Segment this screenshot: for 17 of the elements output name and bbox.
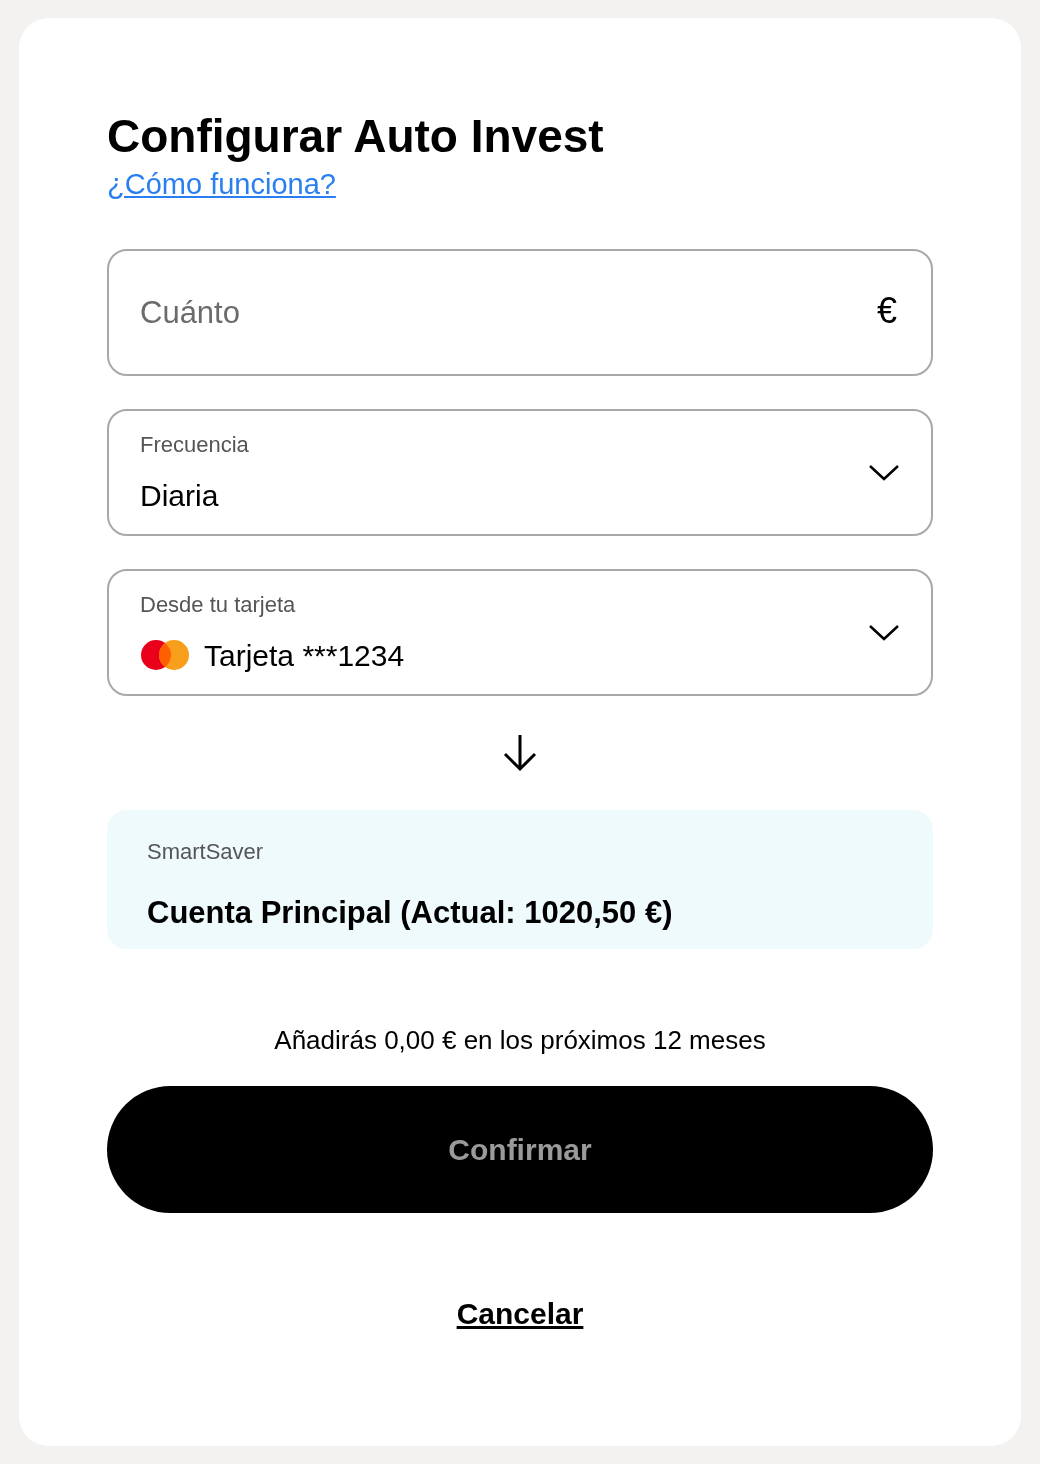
destination-label: SmartSaver (147, 838, 264, 866)
field-value: Tarjeta ***1234 (204, 637, 405, 674)
field-label: Desde tu tarjeta (140, 590, 296, 619)
card-select[interactable]: Desde tu tarjeta Tarjeta ***1234 (107, 569, 933, 696)
cancel-link[interactable]: Cancelar (456, 1291, 584, 1336)
chevron-down-icon (868, 623, 900, 642)
currency-symbol: € (876, 289, 897, 333)
destination-account: Cuenta Principal (Actual: 1020,50 €) (147, 894, 673, 932)
summary-text: Añadirás 0,00 € en los próximos 12 meses (274, 1024, 766, 1057)
field-label: Frecuencia (140, 430, 249, 459)
help-link[interactable]: ¿Cómo funciona? (107, 166, 336, 202)
card-logo-icon (140, 639, 190, 671)
frequency-select[interactable]: Frecuencia Diaria (107, 409, 933, 536)
arrow-down-icon (502, 734, 538, 772)
chevron-down-icon (868, 463, 900, 482)
dialog-title: Configurar Auto Invest (107, 109, 604, 164)
field-value: Diaria (140, 477, 219, 514)
